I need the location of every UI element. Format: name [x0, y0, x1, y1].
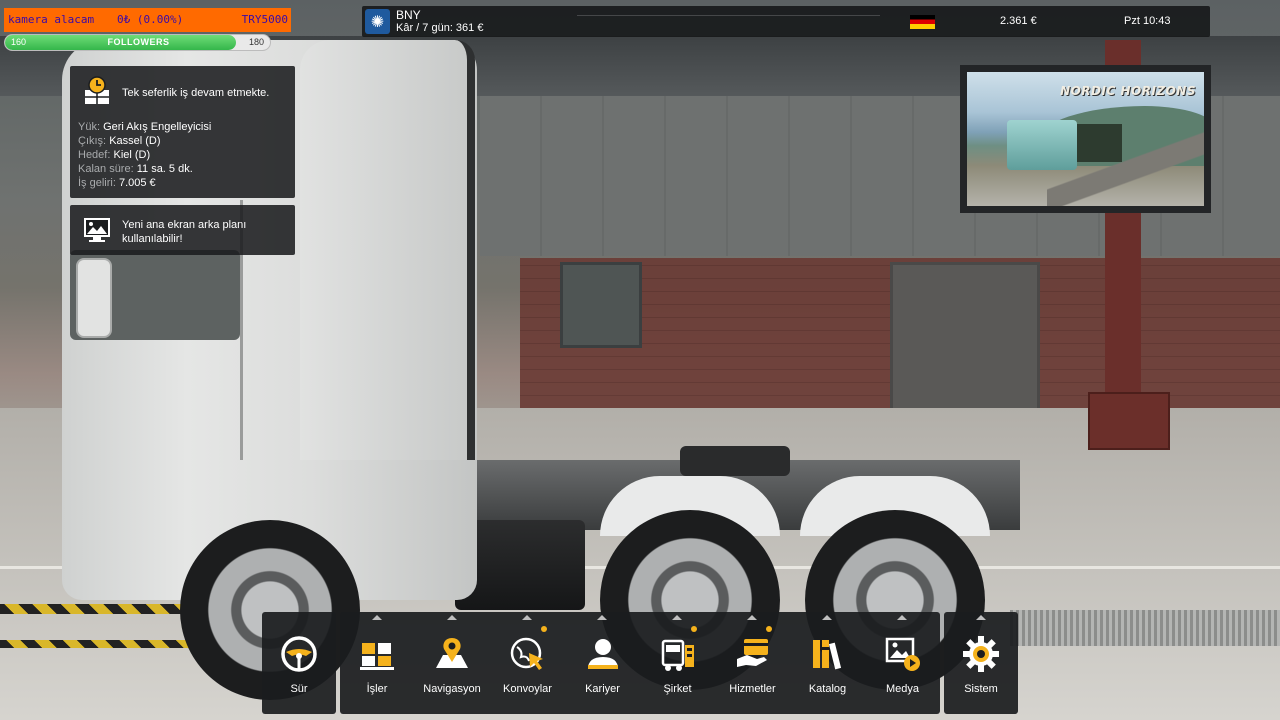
job-notification-title: Tek seferlik iş devam etmekte.	[122, 87, 270, 99]
catalog-books-icon	[808, 634, 848, 674]
map-pin-icon	[432, 634, 472, 674]
media-image-icon	[883, 634, 923, 674]
followers-progress-bar: 160 FOLLOWERS 180	[4, 34, 271, 51]
job-detail-value: 11 sa. 5 dk.	[136, 163, 193, 175]
menu-item-label: Şirket	[663, 683, 692, 695]
menu-item-label: İşler	[366, 683, 388, 695]
money-balance: 2.361 €	[1000, 15, 1037, 27]
featured-image-frame[interactable]: NORDIC HORIZONS	[960, 65, 1211, 213]
job-clock-icon	[85, 76, 109, 104]
gear-icon	[961, 634, 1001, 674]
menu-item-convoys[interactable]: Konvoylar	[490, 612, 565, 714]
picture-icon	[84, 218, 110, 242]
job-detail-key: Yük:	[78, 121, 101, 133]
convoy-globe-icon	[508, 634, 548, 674]
caret-up-icon	[672, 615, 682, 620]
job-detail-key: Hedef:	[78, 149, 111, 161]
notification-dot	[541, 626, 547, 632]
services-card-icon	[733, 634, 773, 674]
menu-item-company[interactable]: Şirket	[640, 612, 715, 714]
menu-item-label: Hizmetler	[729, 683, 776, 695]
job-detail-row: Hedef: Kiel (D)	[78, 148, 211, 162]
menu-group-drive: Sür	[262, 612, 336, 714]
menu-group-main: İşler Navigasyon Konvoylar Kariyer Şirke…	[340, 612, 940, 714]
job-detail-key: Kalan süre:	[78, 163, 134, 175]
stream-change: 0₺ (0.00%)	[117, 13, 184, 26]
caret-up-icon	[976, 615, 986, 620]
background-notification[interactable]: Yeni ana ekran arka planı kullanılabilir…	[70, 205, 295, 255]
garage-door	[890, 262, 1040, 412]
menu-item-label: Kariyer	[585, 683, 620, 695]
topbar-divider	[577, 15, 880, 16]
featured-image-title: NORDIC HORIZONS	[1060, 84, 1196, 98]
job-detail-row: Yük: Geri Akış Engelleyicisi	[78, 120, 211, 134]
truck-cab-roof	[300, 40, 475, 460]
company-truck-icon	[658, 634, 698, 674]
caret-up-icon	[747, 615, 757, 620]
stream-overlay-bar: kamera alacam 0₺ (0.00%) TRY5000	[4, 8, 291, 32]
game-clock: Pzt 10:43	[1124, 15, 1171, 27]
company-profit: Kâr / 7 gün: 361 €	[396, 22, 484, 34]
caret-up-icon	[372, 615, 382, 620]
notification-dot	[766, 626, 772, 632]
job-details: Yük: Geri Akış Engelleyicisi Çıkış: Kass…	[78, 120, 211, 190]
fifth-wheel	[680, 446, 790, 476]
menu-item-catalog[interactable]: Katalog	[790, 612, 865, 714]
caret-up-icon	[597, 615, 607, 620]
featured-image: NORDIC HORIZONS	[967, 72, 1204, 206]
menu-item-label: Sür	[290, 683, 308, 695]
menu-item-label: Navigasyon	[423, 683, 481, 695]
caret-up-icon	[822, 615, 832, 620]
menu-item-career[interactable]: Kariyer	[565, 612, 640, 714]
job-detail-key: İş geliri:	[78, 177, 116, 189]
followers-goal: 180	[248, 37, 264, 47]
job-detail-value: Kassel (D)	[109, 135, 161, 147]
caret-up-icon	[897, 615, 907, 620]
image-truck	[1007, 120, 1077, 170]
menu-item-label: Konvoylar	[503, 683, 552, 695]
person-icon	[583, 634, 623, 674]
menu-item-services[interactable]: Hizmetler	[715, 612, 790, 714]
followers-label: FOLLOWERS	[107, 37, 170, 47]
job-detail-row: Kalan süre: 11 sa. 5 dk.	[78, 162, 211, 176]
company-logo[interactable]: ✺	[365, 9, 390, 34]
company-name: BNY	[396, 8, 421, 22]
stream-title: kamera alacam	[8, 13, 95, 26]
job-detail-value: Geri Akış Engelleyicisi	[103, 121, 212, 133]
stream-goal: TRY5000	[241, 13, 288, 26]
menu-item-navigation[interactable]: Navigasyon	[414, 612, 490, 714]
menu-item-jobs[interactable]: İşler	[340, 612, 414, 714]
menu-item-label: Katalog	[808, 683, 847, 695]
background-notification-title: Yeni ana ekran arka planı kullanılabilir…	[122, 219, 247, 245]
menu-item-system[interactable]: Sistem	[944, 612, 1018, 714]
menu-group-system: Sistem	[944, 612, 1018, 714]
job-detail-key: Çıkış:	[78, 135, 107, 147]
cargo-boxes-icon	[357, 634, 397, 674]
menu-item-label: Sistem	[964, 683, 998, 695]
job-detail-row: İş geliri: 7.005 €	[78, 176, 211, 190]
garage-window	[560, 262, 642, 348]
notification-dot	[691, 626, 697, 632]
caret-up-icon	[447, 615, 457, 620]
menu-item-media[interactable]: Medya	[865, 612, 940, 714]
menu-item-drive[interactable]: Sür	[262, 612, 336, 714]
germany-flag-icon	[910, 15, 935, 29]
job-detail-value: Kiel (D)	[113, 149, 151, 161]
floor-grating	[1010, 610, 1280, 646]
truck-mirror	[76, 258, 112, 338]
job-notification[interactable]: Tek seferlik iş devam etmekte. Yük: Geri…	[70, 66, 295, 198]
job-detail-value: 7.005 €	[118, 177, 156, 189]
steering-wheel-icon	[279, 634, 319, 674]
job-detail-row: Çıkış: Kassel (D)	[78, 134, 211, 148]
caret-up-icon	[522, 615, 532, 620]
menu-item-label: Medya	[885, 683, 920, 695]
tool-cart	[1088, 392, 1170, 450]
image-trailer	[1072, 124, 1122, 162]
top-status-bar: ✺ BNY Kâr / 7 gün: 361 € 2.361 € Pzt 10:…	[362, 6, 1210, 37]
